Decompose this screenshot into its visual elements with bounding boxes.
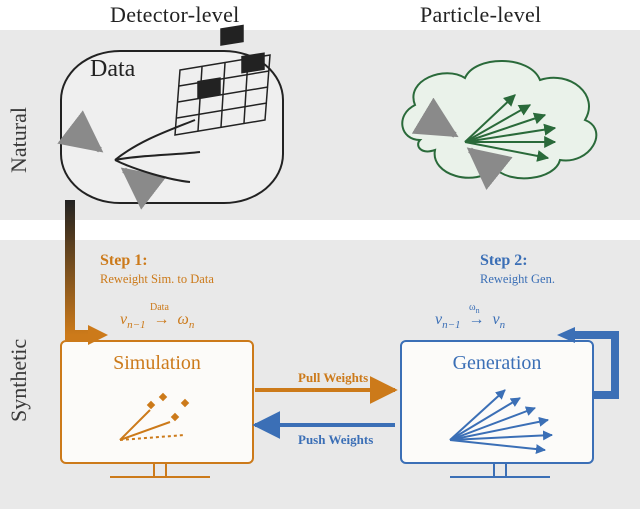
math-gen-reweight: νn−1 → νn ωn [435, 311, 505, 331]
step1-title: Step 1: [100, 252, 148, 269]
step2-title: Step 2: [480, 252, 528, 269]
row-header-synthetic: Synthetic [6, 320, 32, 440]
data-label: Data [90, 56, 135, 83]
pull-weights-label: Pull Weights [298, 370, 368, 386]
truth-label: Truth [470, 70, 522, 97]
step1-legend: Step 1: Reweight Sim. to Data [100, 252, 214, 287]
push-weights-label: Push Weights [298, 432, 373, 448]
step1-sub: Reweight Sim. to Data [100, 272, 214, 287]
step2-sub: Reweight Gen. [480, 272, 555, 287]
math-sim-reweight: νn−1 → ωn Data [120, 311, 194, 331]
generation-monitor: Generation [400, 340, 600, 480]
step2-legend: Step 2: Reweight Gen. [480, 252, 555, 287]
simulation-label: Simulation [62, 352, 252, 375]
col-header-detector: Detector-level [110, 2, 240, 28]
generation-label: Generation [402, 352, 592, 375]
simulation-monitor: Simulation [60, 340, 260, 480]
generation-screen: Generation [400, 340, 594, 464]
simulation-screen: Simulation [60, 340, 254, 464]
col-header-particle: Particle-level [420, 2, 541, 28]
row-header-natural: Natural [6, 90, 32, 190]
